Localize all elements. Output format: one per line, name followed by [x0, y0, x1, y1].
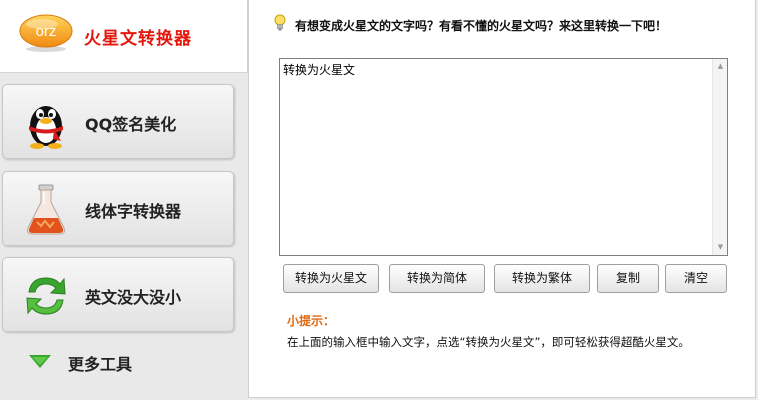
action-buttons: 转换为火星文 转换为简体 转换为繁体 复制 清空	[283, 264, 733, 294]
flask-icon	[27, 184, 65, 235]
scroll-up-icon[interactable]: ▲	[713, 59, 728, 74]
headline-text: 有想变成火星文的文字吗？有看不懂的火星文吗？来这里转换一下吧！	[295, 19, 668, 33]
down-triangle-icon	[29, 355, 51, 368]
sidebar-item-label: 线体字转换器	[85, 202, 182, 221]
convert-to-traditional-button[interactable]: 转换为繁体	[494, 264, 590, 293]
sidebar-item-qq-signature[interactable]: QQ签名美化	[2, 84, 234, 159]
tip-title: 小提示：	[287, 314, 336, 328]
tip-text: 在上面的输入框中输入文字，点选“转换为火星文”，即可轻松获得超酷火星文。	[287, 335, 690, 349]
app-title: 火星文转换器	[84, 29, 192, 49]
sidebar-item-label: 英文没大没小	[85, 288, 182, 307]
penguin-icon	[29, 106, 63, 149]
sidebar-item-line-font[interactable]: 线体字转换器	[2, 171, 234, 246]
logo-badge-text: orz	[36, 23, 57, 40]
sidebar: orz 火星文转换器 QQ签名美化 线体字转换器 英文没大没小 更多工具	[0, 0, 248, 400]
convert-to-simplified-button[interactable]: 转换为简体	[389, 264, 485, 293]
refresh-arrows-icon	[26, 277, 66, 315]
vertical-scrollbar[interactable]: ▲ ▼	[712, 59, 727, 255]
scroll-down-icon[interactable]: ▼	[713, 240, 728, 255]
logo-tab[interactable]: orz 火星文转换器	[0, 0, 248, 73]
sidebar-item-label: QQ签名美化	[85, 115, 177, 134]
orz-logo-icon: orz	[19, 14, 73, 52]
sidebar-item-english-case[interactable]: 英文没大没小	[2, 257, 234, 332]
more-tools-label: 更多工具	[68, 355, 133, 374]
text-input-box: 转换为火星文 ▲ ▼	[279, 58, 728, 256]
main-panel: 有想变成火星文的文字吗？有看不懂的火星文吗？来这里转换一下吧！ 转换为火星文 ▲…	[248, 0, 756, 398]
clear-button[interactable]: 清空	[665, 264, 727, 293]
lightbulb-icon	[274, 14, 286, 31]
convert-to-martian-button[interactable]: 转换为火星文	[283, 264, 379, 293]
text-input[interactable]: 转换为火星文	[280, 59, 712, 255]
more-tools-link[interactable]: 更多工具	[28, 348, 228, 374]
copy-button[interactable]: 复制	[597, 264, 659, 293]
